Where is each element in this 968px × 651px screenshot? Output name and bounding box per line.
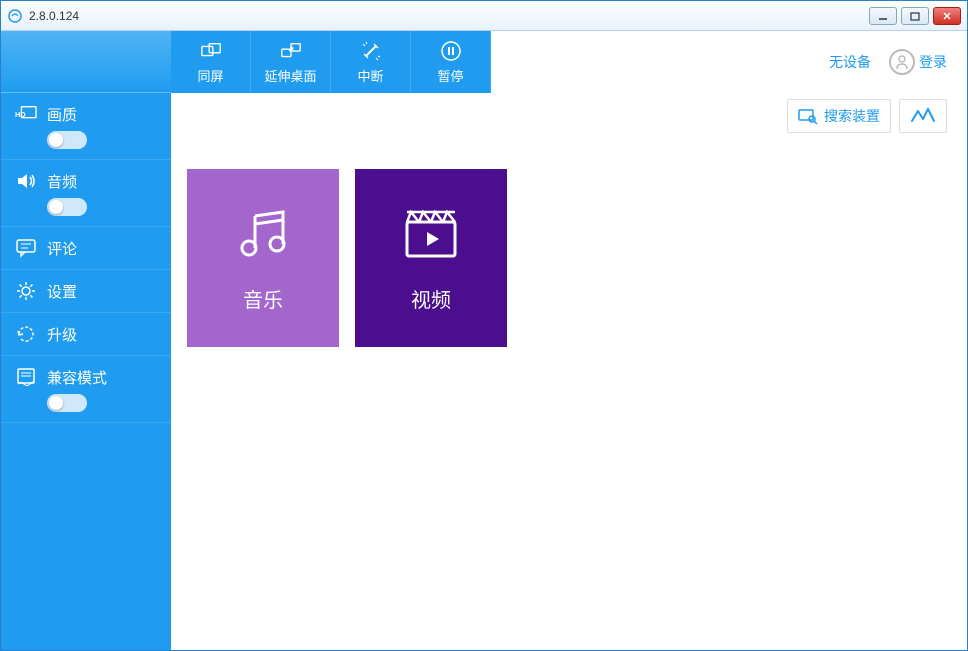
extend-button[interactable]: 延伸桌面 bbox=[251, 31, 331, 93]
sidebar-item-audio[interactable]: 音频 bbox=[1, 160, 171, 227]
sidebar-item-label: 升级 bbox=[47, 324, 77, 345]
sidebar-item-label: 画质 bbox=[47, 104, 77, 125]
mirror-icon bbox=[200, 40, 222, 62]
content: 音乐 视频 bbox=[171, 133, 967, 650]
login-label: 登录 bbox=[919, 52, 947, 72]
sidebar-item-label: 音频 bbox=[47, 171, 77, 192]
search-device-label: 搜索装置 bbox=[824, 106, 880, 126]
logo-area bbox=[1, 31, 171, 93]
search-device-icon bbox=[798, 107, 818, 125]
sidebar-item-label: 设置 bbox=[47, 281, 77, 302]
body: HD 画质 音频 评论 bbox=[1, 31, 967, 650]
music-icon bbox=[233, 204, 293, 264]
svg-text:HD: HD bbox=[15, 110, 26, 119]
music-tile[interactable]: 音乐 bbox=[187, 169, 339, 347]
sidebar-item-label: 兼容模式 bbox=[47, 367, 107, 388]
wave-button[interactable] bbox=[899, 99, 947, 133]
comment-icon bbox=[15, 237, 37, 259]
toolbar-right: 无设备 登录 bbox=[491, 31, 967, 93]
app-icon bbox=[7, 8, 23, 24]
video-tile[interactable]: 视频 bbox=[355, 169, 507, 347]
tile-label: 音乐 bbox=[243, 284, 283, 313]
video-icon bbox=[401, 204, 461, 264]
search-device-button[interactable]: 搜索装置 bbox=[787, 99, 891, 133]
pause-button[interactable]: 暂停 bbox=[411, 31, 491, 93]
gear-icon bbox=[15, 280, 37, 302]
sidebar-item-compat[interactable]: 兼容模式 bbox=[1, 356, 171, 423]
wave-icon bbox=[910, 107, 936, 125]
toolbar: 同屏 延伸桌面 中断 暂停 无设备 登 bbox=[171, 31, 967, 93]
toolbar-label: 中断 bbox=[357, 66, 383, 85]
window-title: 2.8.0.124 bbox=[29, 9, 869, 23]
toolbar-label: 同屏 bbox=[197, 66, 223, 85]
sidebar-item-label: 评论 bbox=[47, 238, 77, 259]
refresh-icon bbox=[15, 323, 37, 345]
disconnect-icon bbox=[360, 40, 382, 62]
sidebar-item-upgrade[interactable]: 升级 bbox=[1, 313, 171, 356]
toolbar-label: 延伸桌面 bbox=[264, 66, 316, 85]
compat-icon bbox=[15, 366, 37, 388]
compat-toggle[interactable] bbox=[47, 394, 87, 412]
toolbar-label: 暂停 bbox=[437, 66, 463, 85]
sidebar-item-settings[interactable]: 设置 bbox=[1, 270, 171, 313]
avatar-icon bbox=[889, 49, 915, 75]
tile-label: 视频 bbox=[411, 284, 451, 313]
pause-icon bbox=[440, 40, 462, 62]
app-window: 2.8.0.124 HD 画质 音频 bbox=[0, 0, 968, 651]
login-button[interactable]: 登录 bbox=[889, 49, 947, 75]
sidebar-item-quality[interactable]: HD 画质 bbox=[1, 93, 171, 160]
sub-toolbar: 搜索装置 bbox=[171, 93, 967, 133]
sidebar-item-comment[interactable]: 评论 bbox=[1, 227, 171, 270]
audio-toggle[interactable] bbox=[47, 198, 87, 216]
no-device-label: 无设备 bbox=[829, 52, 871, 72]
quality-toggle[interactable] bbox=[47, 131, 87, 149]
disconnect-button[interactable]: 中断 bbox=[331, 31, 411, 93]
extend-icon bbox=[280, 40, 302, 62]
minimize-button[interactable] bbox=[869, 7, 897, 25]
sidebar: HD 画质 音频 评论 bbox=[1, 31, 171, 650]
speaker-icon bbox=[15, 170, 37, 192]
close-button[interactable] bbox=[933, 7, 961, 25]
titlebar: 2.8.0.124 bbox=[1, 1, 967, 31]
mirror-button[interactable]: 同屏 bbox=[171, 31, 251, 93]
maximize-button[interactable] bbox=[901, 7, 929, 25]
window-controls bbox=[869, 7, 961, 25]
main: 同屏 延伸桌面 中断 暂停 无设备 登 bbox=[171, 31, 967, 650]
hd-icon: HD bbox=[15, 103, 37, 125]
